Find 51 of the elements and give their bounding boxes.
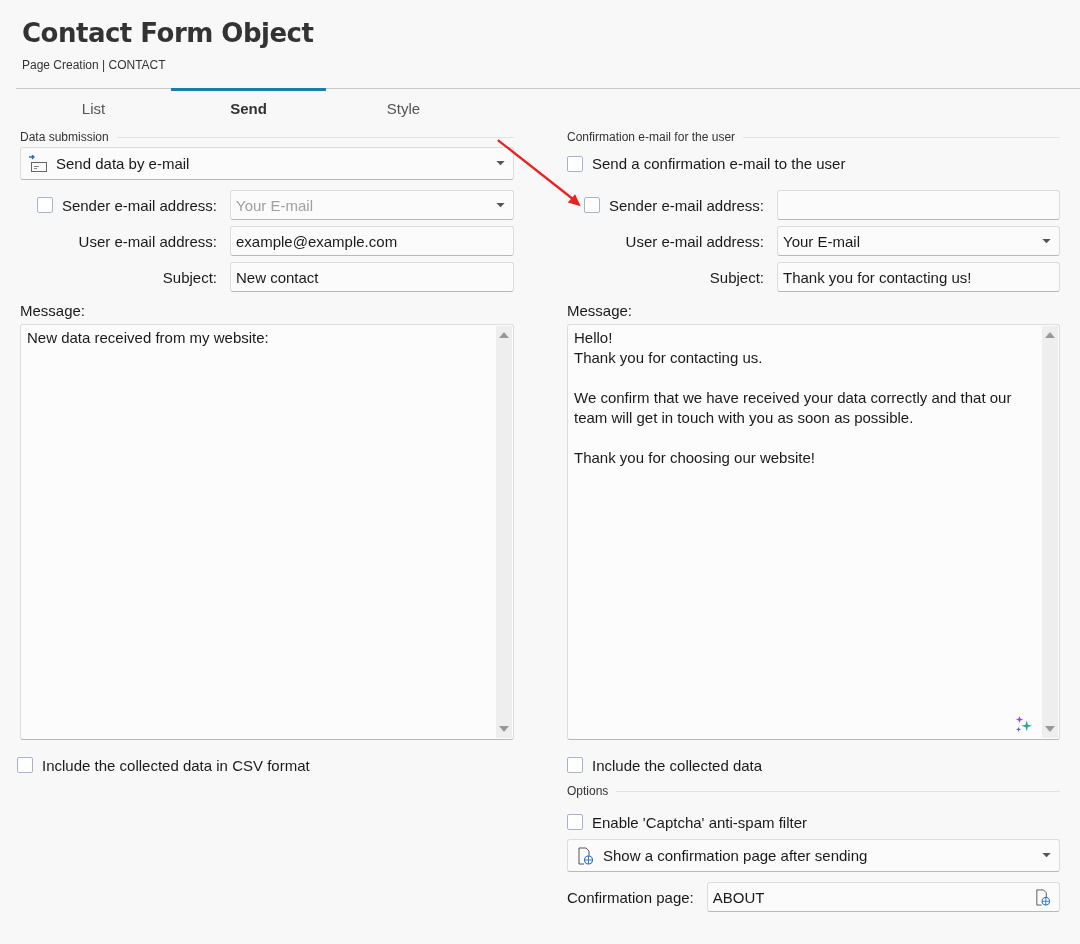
tab[interactable]: List xyxy=(16,88,171,127)
mail-send-icon xyxy=(28,154,48,173)
checkbox-label: Include the collected data xyxy=(592,756,763,774)
caret-icon xyxy=(496,202,505,208)
checkbox[interactable] xyxy=(17,757,33,773)
tab[interactable]: Style xyxy=(326,88,481,127)
scroll-down-icon[interactable] xyxy=(499,726,509,732)
scrollbar[interactable] xyxy=(496,326,512,738)
breadcrumb: Page Creation | CONTACT xyxy=(22,58,167,72)
field-label: Message: xyxy=(20,302,87,321)
web-page-icon[interactable] xyxy=(1034,888,1051,906)
sparkle-icon[interactable] xyxy=(1015,715,1033,733)
field-label: User e-mail address: xyxy=(625,232,764,250)
message-textarea[interactable]: Hello! Thank you for contacting us. We confirm that we have received your data correctly and that our team will get in touch with you as soon as possible. Thank you for choosing our website! xyxy=(567,324,1060,740)
input-field[interactable]: Thank you for contacting us! xyxy=(777,262,1060,292)
input-field[interactable]: example@example.com xyxy=(230,226,514,256)
checkbox-label: Include the collected data in CSV format xyxy=(42,756,310,774)
dropdown[interactable]: Your E-mail xyxy=(777,226,1060,256)
checkbox-label: Send a confirmation e-mail to the user xyxy=(592,155,846,172)
scroll-down-icon[interactable] xyxy=(1045,726,1055,732)
checkbox-label: Enable 'Captcha' anti-spam filter xyxy=(592,813,807,831)
tab[interactable]: Send xyxy=(171,88,326,127)
field-label: Message: xyxy=(567,302,634,321)
checkbox[interactable] xyxy=(567,155,583,172)
checkbox[interactable] xyxy=(567,757,583,773)
checkbox[interactable] xyxy=(567,814,583,830)
section-label: Options xyxy=(567,784,609,798)
field-label: Subject: xyxy=(162,268,217,286)
caret-icon xyxy=(1042,238,1051,244)
page-title: Contact Form Object xyxy=(22,18,315,48)
dropdown[interactable]: Send data by e-mail xyxy=(20,147,514,180)
dropdown[interactable]: Show a confirmation page after sending xyxy=(567,839,1060,872)
message-textarea[interactable]: New data received from my website: xyxy=(20,324,514,740)
field-label: Sender e-mail address: xyxy=(608,196,764,214)
field-label: Sender e-mail address: xyxy=(61,196,217,214)
checkbox[interactable] xyxy=(36,197,53,213)
field-label: User e-mail address: xyxy=(78,232,217,250)
section-label: Data submission xyxy=(20,130,109,144)
input-field[interactable]: New contact xyxy=(230,262,514,292)
field-label: Subject: xyxy=(709,268,764,286)
scrollbar[interactable] xyxy=(1042,326,1058,738)
scroll-up-icon[interactable] xyxy=(1045,332,1055,338)
caret-icon xyxy=(1042,853,1051,858)
input-field[interactable] xyxy=(777,190,1060,220)
field-label: Confirmation page: xyxy=(567,888,694,906)
scroll-up-icon[interactable] xyxy=(499,332,509,338)
web-page-icon xyxy=(575,846,595,865)
section-label: Confirmation e-mail for the user xyxy=(567,130,736,144)
input-field[interactable]: ABOUT xyxy=(706,882,1060,912)
checkbox[interactable] xyxy=(583,197,600,213)
caret-icon xyxy=(496,161,505,166)
